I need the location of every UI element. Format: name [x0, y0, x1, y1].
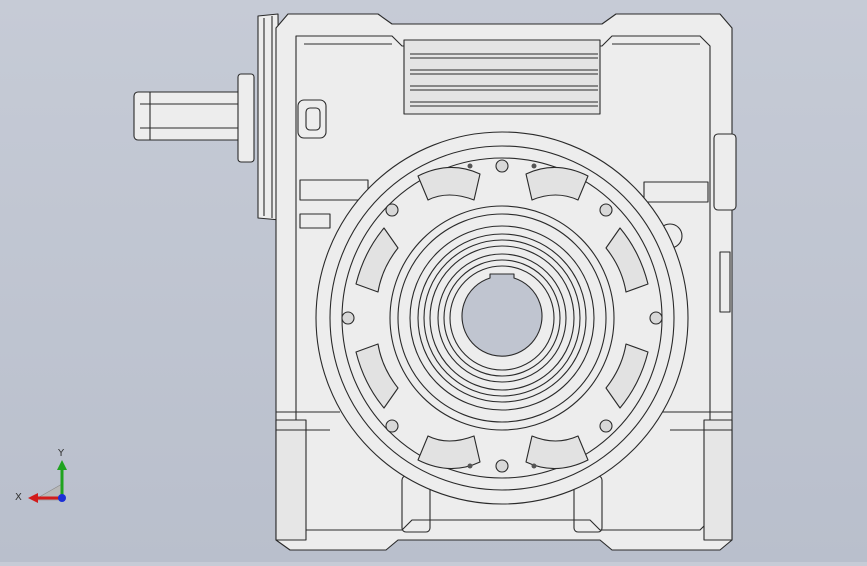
cooling-fins	[403, 39, 601, 115]
cad-graphics-viewport[interactable]: Y X	[0, 0, 867, 562]
z-axis-dot	[58, 494, 66, 502]
gearbox-drawing[interactable]: Y X	[0, 0, 867, 562]
y-axis-label: Y	[57, 448, 65, 459]
coordinate-triad: Y X	[15, 448, 67, 503]
x-axis-label: X	[15, 492, 22, 503]
x-axis-arrowhead	[28, 493, 38, 503]
y-axis-arrowhead	[57, 460, 67, 470]
input-shaft	[133, 73, 255, 163]
